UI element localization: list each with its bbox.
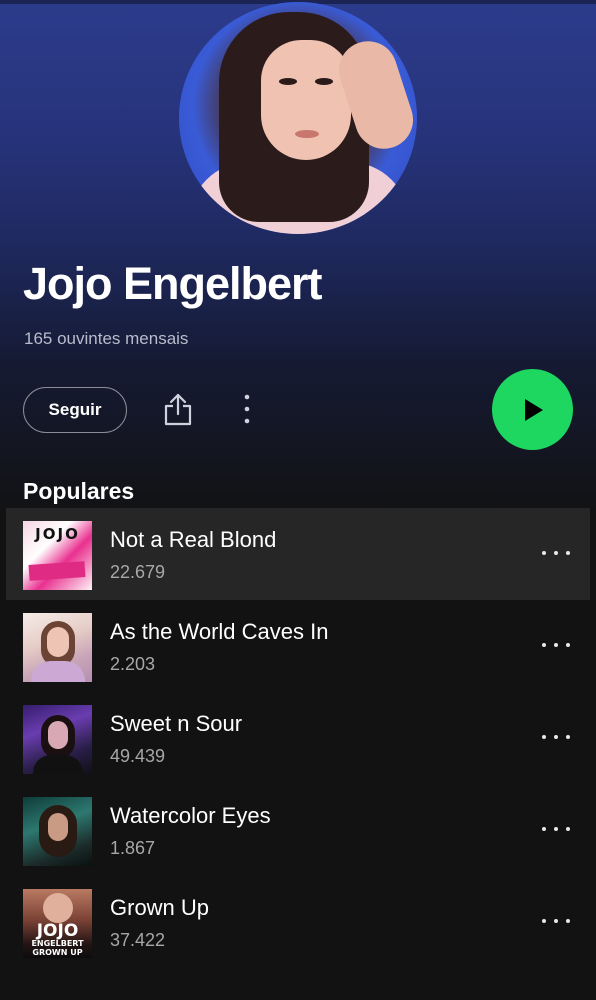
share-icon[interactable]	[162, 392, 194, 426]
track-cover: JOJO ENGELBERT GROWN UP	[23, 889, 92, 958]
track-play-count: 2.203	[110, 654, 156, 674]
artist-name: Jojo Engelbert	[23, 258, 323, 309]
track-play-count: 22.679	[110, 562, 166, 582]
track-play-count: 37.422	[110, 930, 166, 950]
play-button[interactable]	[492, 369, 573, 450]
follow-button[interactable]: Seguir	[23, 387, 127, 433]
play-icon	[524, 398, 543, 421]
track-title: Not a Real Blond	[110, 527, 277, 552]
track-more-icon[interactable]	[540, 640, 572, 650]
track-row[interactable]: Watercolor Eyes 1.867	[0, 784, 596, 876]
track-row[interactable]: JOJO Not a Real Blond 22.679	[6, 508, 590, 600]
artist-avatar	[179, 2, 417, 234]
track-play-count: 1.867	[110, 838, 156, 858]
track-more-icon[interactable]	[540, 824, 572, 834]
track-row[interactable]: JOJO ENGELBERT GROWN UP Grown Up 37.422	[0, 876, 596, 968]
track-cover	[23, 797, 92, 866]
track-more-icon[interactable]	[540, 732, 572, 742]
section-title-popular: Populares	[23, 478, 135, 504]
track-more-icon[interactable]	[540, 548, 572, 558]
monthly-listeners: 165 ouvintes mensais	[24, 329, 189, 348]
track-play-count: 49.439	[110, 746, 166, 766]
track-cover	[23, 705, 92, 774]
track-title: Watercolor Eyes	[110, 803, 271, 828]
track-title: As the World Caves In	[110, 619, 329, 644]
track-cover	[23, 613, 92, 682]
track-cover: JOJO	[23, 521, 92, 590]
track-row[interactable]: Sweet n Sour 49.439	[0, 692, 596, 784]
track-row[interactable]: As the World Caves In 2.203	[0, 600, 596, 692]
track-title: Grown Up	[110, 895, 210, 920]
track-title: Sweet n Sour	[110, 711, 243, 736]
more-options-icon[interactable]	[236, 392, 258, 426]
track-more-icon[interactable]	[540, 916, 572, 926]
popular-track-list: JOJO Not a Real Blond 22.679 As the Worl…	[0, 508, 596, 968]
